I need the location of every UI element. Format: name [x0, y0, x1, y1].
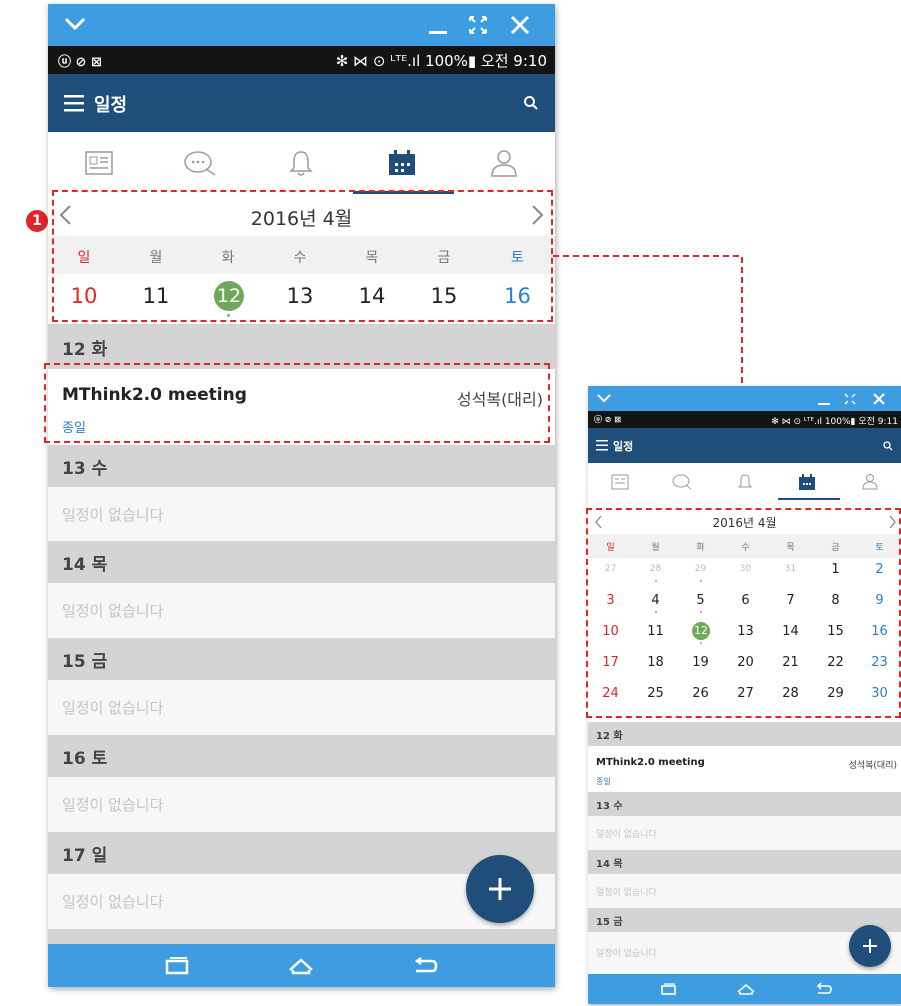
board-icon — [611, 474, 628, 489]
empty-label: 일정이 없습니다 — [596, 887, 657, 898]
chat-icon — [672, 474, 692, 490]
chevron-down-icon[interactable] — [596, 392, 612, 405]
status-left-icons: ⓤ ⊘ ⊠ — [594, 415, 621, 424]
tab-calendar[interactable] — [776, 463, 838, 500]
empty-label: 일정이 없습니다 — [596, 948, 657, 959]
minimize-icon[interactable] — [816, 392, 832, 406]
person-icon — [861, 474, 878, 490]
expand-icon[interactable] — [842, 391, 858, 407]
close-icon[interactable] — [871, 391, 887, 407]
section-header: 13 수 — [588, 792, 901, 816]
plus-icon — [863, 939, 877, 953]
tab-board[interactable] — [588, 463, 651, 500]
section-header-label: 14 목 — [596, 858, 623, 870]
empty-item: 일정이 없습니다 — [588, 816, 901, 850]
section-header: 15 금 — [588, 908, 901, 932]
search-icon[interactable] — [883, 441, 893, 451]
window-bar — [588, 386, 901, 411]
app-bar: 일정 — [588, 428, 901, 463]
status-right-info: ✻ ⋈ ⊙ ᴸᵀᴱ.ıl 100%▮ 오전 9:11 — [771, 417, 898, 427]
tab-bar — [588, 463, 901, 500]
event-title: MThink2.0 meeting — [596, 757, 705, 768]
highlight-month-grid-box — [586, 508, 901, 718]
section-header: 12 화 — [588, 722, 901, 746]
page-title: 일정 — [613, 440, 634, 453]
event-owner: 성석복(대리) — [848, 761, 897, 771]
back-icon[interactable] — [815, 982, 833, 996]
section-header-label: 13 수 — [596, 800, 623, 812]
section-header-label: 12 화 — [596, 730, 623, 742]
home-icon[interactable] — [737, 982, 755, 996]
active-tab-indicator — [778, 498, 840, 500]
event-item[interactable]: MThink2.0 meeting 성석복(대리) 종일 — [588, 746, 901, 792]
tab-alarm[interactable] — [713, 463, 776, 500]
event-time: 종일 — [596, 777, 611, 786]
empty-item: 일정이 없습니다 — [588, 874, 901, 908]
calendar-icon — [799, 473, 815, 490]
tab-profile[interactable] — [838, 463, 901, 500]
status-bar: ⓤ ⊘ ⊠ ✻ ⋈ ⊙ ᴸᵀᴱ.ıl 100%▮ 오전 9:11 — [588, 411, 901, 428]
section-header: 14 목 — [588, 850, 901, 874]
empty-label: 일정이 없습니다 — [596, 829, 657, 840]
recent-apps-icon[interactable] — [661, 983, 677, 996]
bell-icon — [737, 474, 752, 488]
section-header-label: 15 금 — [596, 916, 623, 928]
menu-icon[interactable] — [596, 440, 609, 451]
add-schedule-button[interactable] — [849, 925, 891, 967]
tab-chat[interactable] — [651, 463, 713, 500]
system-nav-bar — [588, 974, 901, 1004]
